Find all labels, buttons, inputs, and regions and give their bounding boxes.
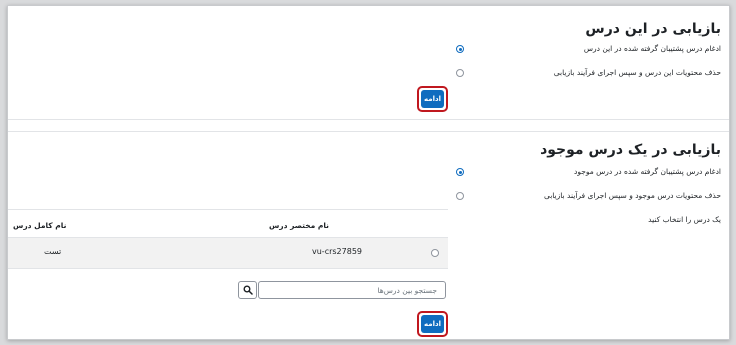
section1-option2-label: حذف محتویات این درس و سپس اجرای فرآیند ب… <box>553 68 721 77</box>
section1-continue-highlight: ادامه <box>417 86 448 112</box>
table-cell-shortname: vu-crs27859 <box>312 247 362 256</box>
column-header-shortname: نام مختصر درس <box>268 221 329 230</box>
course-search-button[interactable] <box>238 281 257 299</box>
section2-continue-highlight: ادامه <box>417 311 448 337</box>
table-row[interactable]: vu-crs27859 تست <box>8 238 448 268</box>
table-top-border <box>8 209 448 210</box>
section1-option1-radio[interactable] <box>456 45 464 53</box>
select-course-label: یک درس را انتخاب کنید <box>648 215 721 224</box>
section2-option2-label: حذف محتویات درس موجود و سپس اجرای فرآیند… <box>543 191 721 200</box>
column-header-fullname: نام کامل درس <box>13 221 67 230</box>
section2-option1-label: ادغام درس پشتیبان گرفته شده در درس موجود <box>574 167 721 176</box>
section2-option2-radio[interactable] <box>456 192 464 200</box>
table-cell-fullname: تست <box>44 247 62 256</box>
table-row-radio[interactable] <box>431 249 439 257</box>
section-divider-bottom <box>8 131 729 132</box>
course-search-input[interactable]: جستجو بین درس‌ها <box>258 281 446 299</box>
restore-card: بازیابی در این درس ادغام درس پشتیبان گرف… <box>7 5 730 340</box>
course-search-placeholder: جستجو بین درس‌ها <box>377 286 438 295</box>
section2-title: بازیابی در یک درس موجود <box>540 142 721 158</box>
section-divider-top <box>8 119 729 120</box>
section1-title: بازیابی در این درس <box>585 21 721 37</box>
section2-option1-radio[interactable] <box>456 168 464 176</box>
section2-continue-button[interactable]: ادامه <box>421 315 444 333</box>
table-bottom-border <box>8 268 448 269</box>
search-icon <box>243 285 253 295</box>
section1-continue-button[interactable]: ادامه <box>421 90 444 108</box>
section1-option1-label: ادغام درس پشتیبان گرفته شده در این درس <box>583 44 721 53</box>
section1-option2-radio[interactable] <box>456 69 464 77</box>
